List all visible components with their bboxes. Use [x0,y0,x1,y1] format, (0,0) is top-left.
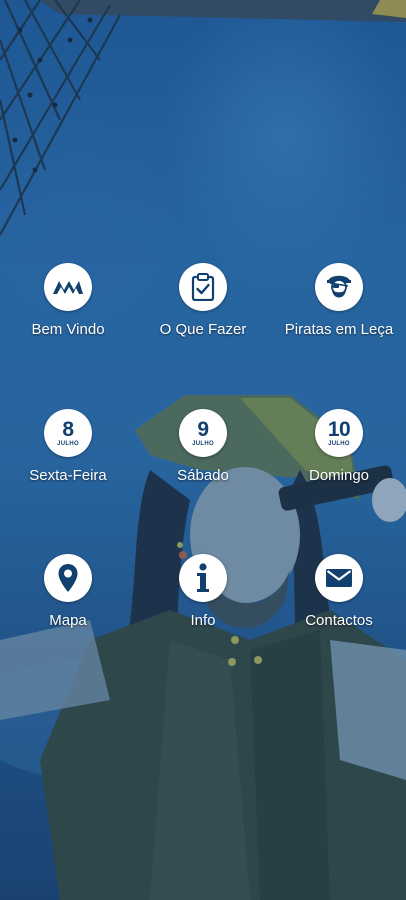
menu-item-info[interactable]: Info [138,554,268,629]
app-screen: Bem Vindo O Que Fazer Piratas em Leça 8 … [0,0,406,900]
clipboard-check-icon [191,273,215,301]
pirate-icon [327,275,351,298]
date-month: JULHO [192,441,214,447]
menu-item-sexta-feira[interactable]: 8 JULHO Sexta-Feira [3,409,133,484]
envelope-icon [326,569,352,587]
menu-item-bem-vindo[interactable]: Bem Vindo [3,263,133,338]
menu-icon-circle [44,263,92,311]
menu-label: Sábado [177,467,229,484]
calendar-date-icon: 10 JULHO [327,418,351,447]
date-month: JULHO [328,441,350,447]
logo-icon [53,281,83,294]
menu-item-piratas-em-leca[interactable]: Piratas em Leça [274,263,404,338]
menu-label: O Que Fazer [159,321,247,338]
menu-item-contactos[interactable]: Contactos [274,554,404,629]
date-icon-circle: 8 JULHO [44,409,92,457]
menu-icon-circle [179,263,227,311]
menu-item-domingo[interactable]: 10 JULHO Domingo [274,409,404,484]
menu-label: Domingo [308,467,370,484]
date-day: 10 [327,418,351,441]
date-day: 8 [62,418,74,441]
menu-label: Info [190,612,216,629]
menu-item-sabado[interactable]: 9 JULHO Sábado [138,409,268,484]
menu-label: Bem Vindo [31,321,105,338]
map-pin-icon [58,564,78,592]
calendar-date-icon: 9 JULHO [192,419,214,447]
info-icon [197,563,209,592]
menu-label: Sexta-Feira [29,467,107,484]
menu-label: Contactos [305,612,373,629]
date-icon-circle: 9 JULHO [179,409,227,457]
menu-label: Mapa [49,612,87,629]
menu-icon-circle [44,554,92,602]
menu-item-mapa[interactable]: Mapa [3,554,133,629]
menu-label: Piratas em Leça [284,321,394,338]
calendar-date-icon: 8 JULHO [57,419,79,447]
main-menu-grid: Bem Vindo O Que Fazer Piratas em Leça 8 … [0,0,406,900]
date-month: JULHO [57,441,79,447]
menu-item-o-que-fazer[interactable]: O Que Fazer [138,263,268,338]
date-icon-circle: 10 JULHO [315,409,363,457]
menu-icon-circle [179,554,227,602]
menu-icon-circle [315,263,363,311]
date-day: 9 [197,418,209,441]
menu-icon-circle [315,554,363,602]
